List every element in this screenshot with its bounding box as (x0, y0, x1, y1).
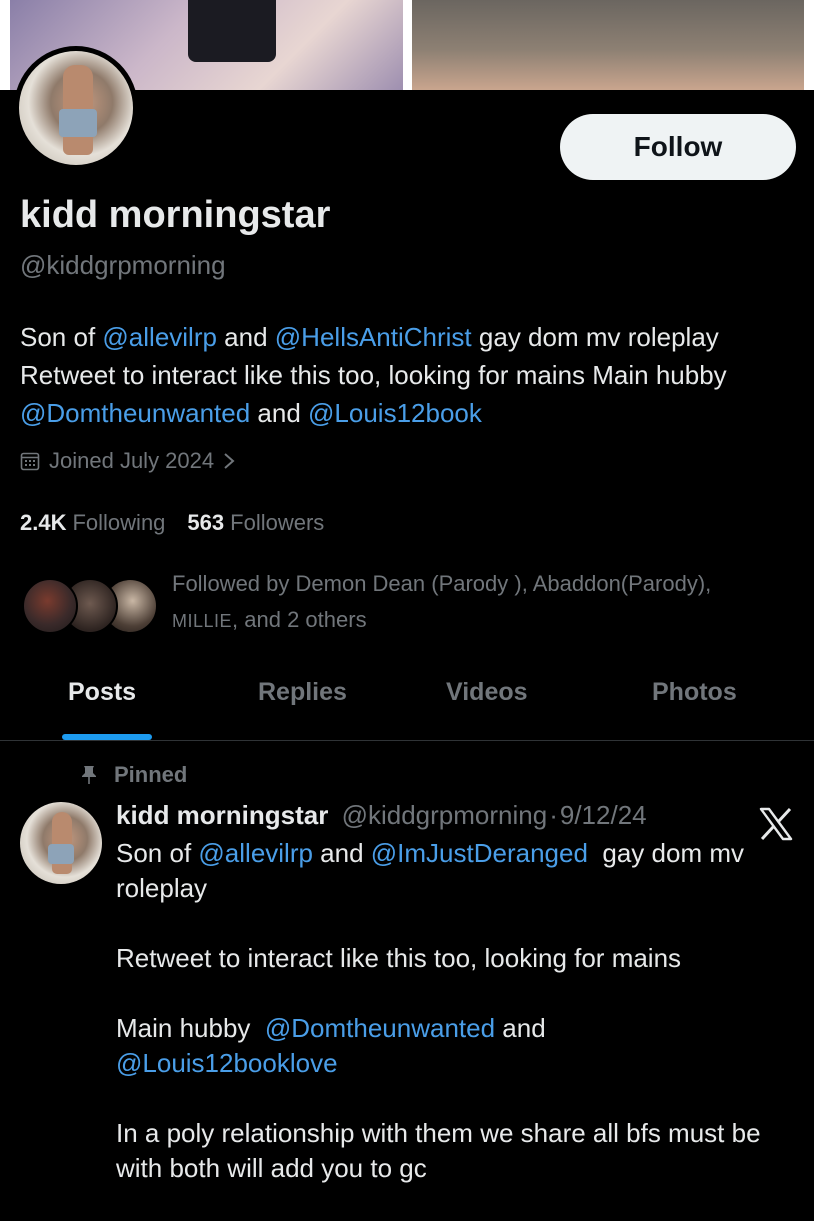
post-paragraph: In a poly relationship with them we shar… (116, 1118, 761, 1183)
post-text: and (312, 838, 371, 868)
follow-button[interactable]: Follow (560, 114, 796, 180)
joined-text: Joined July 2024 (49, 448, 215, 473)
tabs-divider (0, 740, 814, 741)
post-paragraph: Main hubby @Domtheunwanted and @Louis12b… (116, 1011, 796, 1081)
profile-avatar-image (19, 51, 133, 165)
pin-icon (82, 766, 96, 784)
followers-label: Followers (230, 510, 325, 535)
post-paragraph: Retweet to interact like this too, looki… (116, 943, 682, 973)
follow-stats: 2.4K Following 563 Followers (20, 510, 346, 536)
chevron-right-icon (224, 453, 235, 469)
followers-count: 563 (187, 510, 225, 535)
profile-bio: Son of @allevilrp and @HellsAntiChrist g… (20, 318, 800, 432)
phone-in-photo (188, 0, 276, 62)
post-text: Son of (116, 838, 199, 868)
post-author-handle[interactable]: @kiddgrpmorning (342, 800, 548, 830)
mention-link[interactable]: @Domtheunwanted (265, 1013, 495, 1043)
pinned-indicator: Pinned (80, 762, 187, 788)
followed-by-line: Followed by Demon Dean (Parody ), Abaddo… (172, 571, 712, 596)
tab-replies[interactable]: Replies (258, 678, 347, 707)
profile-handle: @kiddgrpmorning (20, 250, 226, 280)
following-stat[interactable]: 2.4K Following (20, 510, 165, 536)
pinned-label: Pinned (114, 762, 188, 787)
post-author-name[interactable]: kidd morningstar (116, 800, 328, 830)
mention-link[interactable]: @Domtheunwanted (20, 398, 250, 428)
bio-text: and (250, 398, 309, 428)
joined-date[interactable]: Joined July 2024 (20, 448, 236, 474)
mention-link[interactable]: @Louis12book (308, 398, 482, 428)
mutual-avatar (22, 578, 78, 634)
following-count: 2.4K (20, 510, 67, 535)
post-paragraph: Son of @allevilrp and @ImJustDeranged ga… (116, 836, 796, 906)
bio-text: and (216, 322, 275, 352)
mention-link[interactable]: @Louis12booklove (116, 1048, 338, 1078)
avatar-figure (52, 812, 72, 874)
post-text: Main hubby (116, 1013, 265, 1043)
post-author-avatar[interactable] (20, 802, 102, 884)
tab-posts[interactable]: Posts (68, 678, 136, 707)
followers-stat[interactable]: 563 Followers (187, 510, 324, 536)
followed-by-name: MILLIE (172, 611, 233, 631)
avatar-shorts (59, 109, 97, 137)
banner-image-right (412, 0, 804, 90)
post-date[interactable]: 9/12/24 (560, 800, 647, 830)
followed-by-text[interactable]: Followed by Demon Dean (Parody ), Abaddo… (172, 566, 792, 639)
profile-display-name: kidd morningstar (20, 194, 331, 236)
calendar-icon (20, 452, 40, 471)
profile-tabs: Posts Replies Videos Photos (0, 660, 814, 740)
post-separator: · (549, 800, 558, 830)
post-text: and (495, 1013, 546, 1043)
followed-by-rest: , and 2 others (232, 607, 367, 632)
mention-link[interactable]: @ImJustDeranged (371, 838, 588, 868)
mention-link[interactable]: @HellsAntiChrist (275, 322, 472, 352)
tab-videos[interactable]: Videos (446, 678, 528, 707)
following-label: Following (72, 510, 166, 535)
post-body[interactable]: Son of @allevilrp and @ImJustDeranged ga… (116, 836, 796, 1221)
tab-photos[interactable]: Photos (652, 678, 737, 707)
post-header: kidd morningstar @kiddgrpmorning·9/12/24 (116, 800, 647, 831)
mention-link[interactable]: @allevilrp (198, 838, 313, 868)
mention-link[interactable]: @allevilrp (102, 322, 217, 352)
bio-text: Son of (20, 322, 103, 352)
mutual-followers-avatars[interactable] (22, 578, 158, 634)
avatar-shorts (48, 844, 74, 864)
profile-avatar[interactable] (14, 46, 138, 170)
